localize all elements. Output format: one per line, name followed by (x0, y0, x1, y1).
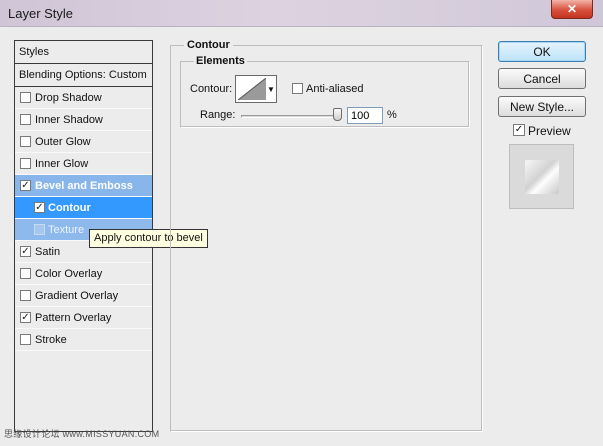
style-item-label: Bevel and Emboss (35, 180, 133, 192)
contour-group-title: Contour (184, 39, 233, 51)
style-item-stroke[interactable]: Stroke (15, 329, 152, 351)
preview-swatch (525, 160, 559, 194)
style-item-inner-glow[interactable]: Inner Glow (15, 153, 152, 175)
texture-checkbox[interactable] (34, 224, 45, 235)
cancel-button[interactable]: Cancel (498, 68, 586, 89)
style-item-label: Inner Glow (35, 158, 89, 170)
contour-picker[interactable]: ▼ (235, 75, 277, 103)
style-item-label: Contour (48, 202, 91, 214)
style-item-label: Texture (48, 224, 85, 236)
style-item-label: Satin (35, 246, 61, 258)
range-slider-track[interactable] (241, 115, 340, 118)
satin-checkbox[interactable]: ✓ (20, 246, 31, 257)
style-item-label: Stroke (35, 334, 67, 346)
preview-label: Preview (528, 124, 571, 138)
inner-shadow-checkbox[interactable] (20, 114, 31, 125)
style-item-inner-shadow[interactable]: Inner Shadow (15, 109, 152, 131)
style-item-label: Gradient Overlay (35, 290, 119, 302)
anti-aliased-checkbox[interactable] (292, 83, 303, 94)
style-item-pattern-overlay[interactable]: ✓ Pattern Overlay (15, 307, 152, 329)
style-item-outer-glow[interactable]: Outer Glow (15, 131, 152, 153)
drop-shadow-checkbox[interactable] (20, 92, 31, 103)
chevron-down-icon[interactable]: ▼ (266, 76, 276, 102)
style-item-label: Color Overlay (35, 268, 103, 280)
range-input[interactable] (347, 107, 383, 124)
style-item-gradient-overlay[interactable]: Gradient Overlay (15, 285, 152, 307)
gradient-overlay-checkbox[interactable] (20, 290, 31, 301)
style-item-color-overlay[interactable]: Color Overlay (15, 263, 152, 285)
style-item-label: Outer Glow (35, 136, 91, 148)
style-item-bevel-emboss[interactable]: ✓ Bevel and Emboss (15, 175, 152, 197)
color-overlay-checkbox[interactable] (20, 268, 31, 279)
contour-checkbox[interactable]: ✓ (34, 202, 45, 213)
new-style-button[interactable]: New Style... (498, 96, 586, 117)
pattern-overlay-checkbox[interactable]: ✓ (20, 312, 31, 323)
contour-curve-icon[interactable] (238, 78, 266, 100)
styles-header[interactable]: Styles (15, 41, 152, 64)
window-title: Layer Style (8, 6, 74, 21)
style-item-label: Inner Shadow (35, 114, 103, 126)
range-unit: % (387, 109, 397, 121)
range-label: Range: (200, 109, 236, 121)
contour-label: Contour: (190, 83, 233, 95)
outer-glow-checkbox[interactable] (20, 136, 31, 147)
style-item-label: Drop Shadow (35, 92, 102, 104)
stroke-checkbox[interactable] (20, 334, 31, 345)
bevel-emboss-checkbox[interactable]: ✓ (20, 180, 31, 191)
preview-thumbnail (509, 144, 574, 209)
inner-glow-checkbox[interactable] (20, 158, 31, 169)
close-icon[interactable]: ✕ (551, 0, 593, 19)
style-item-label: Pattern Overlay (35, 312, 112, 324)
ok-button[interactable]: OK (498, 41, 586, 62)
anti-aliased-label: Anti-aliased (306, 83, 364, 95)
preview-checkbox[interactable]: ✓ (513, 124, 525, 136)
blending-options-item[interactable]: Blending Options: Custom (15, 64, 152, 87)
style-item-drop-shadow[interactable]: Drop Shadow (15, 87, 152, 109)
elements-group-title: Elements (194, 55, 247, 67)
title-bar: Layer Style ✕ (0, 0, 603, 27)
range-slider-thumb[interactable] (333, 108, 342, 121)
style-item-contour[interactable]: ✓ Contour (15, 197, 152, 219)
watermark: 思缘设计论坛 www.MISSYUAN.COM (4, 429, 160, 439)
